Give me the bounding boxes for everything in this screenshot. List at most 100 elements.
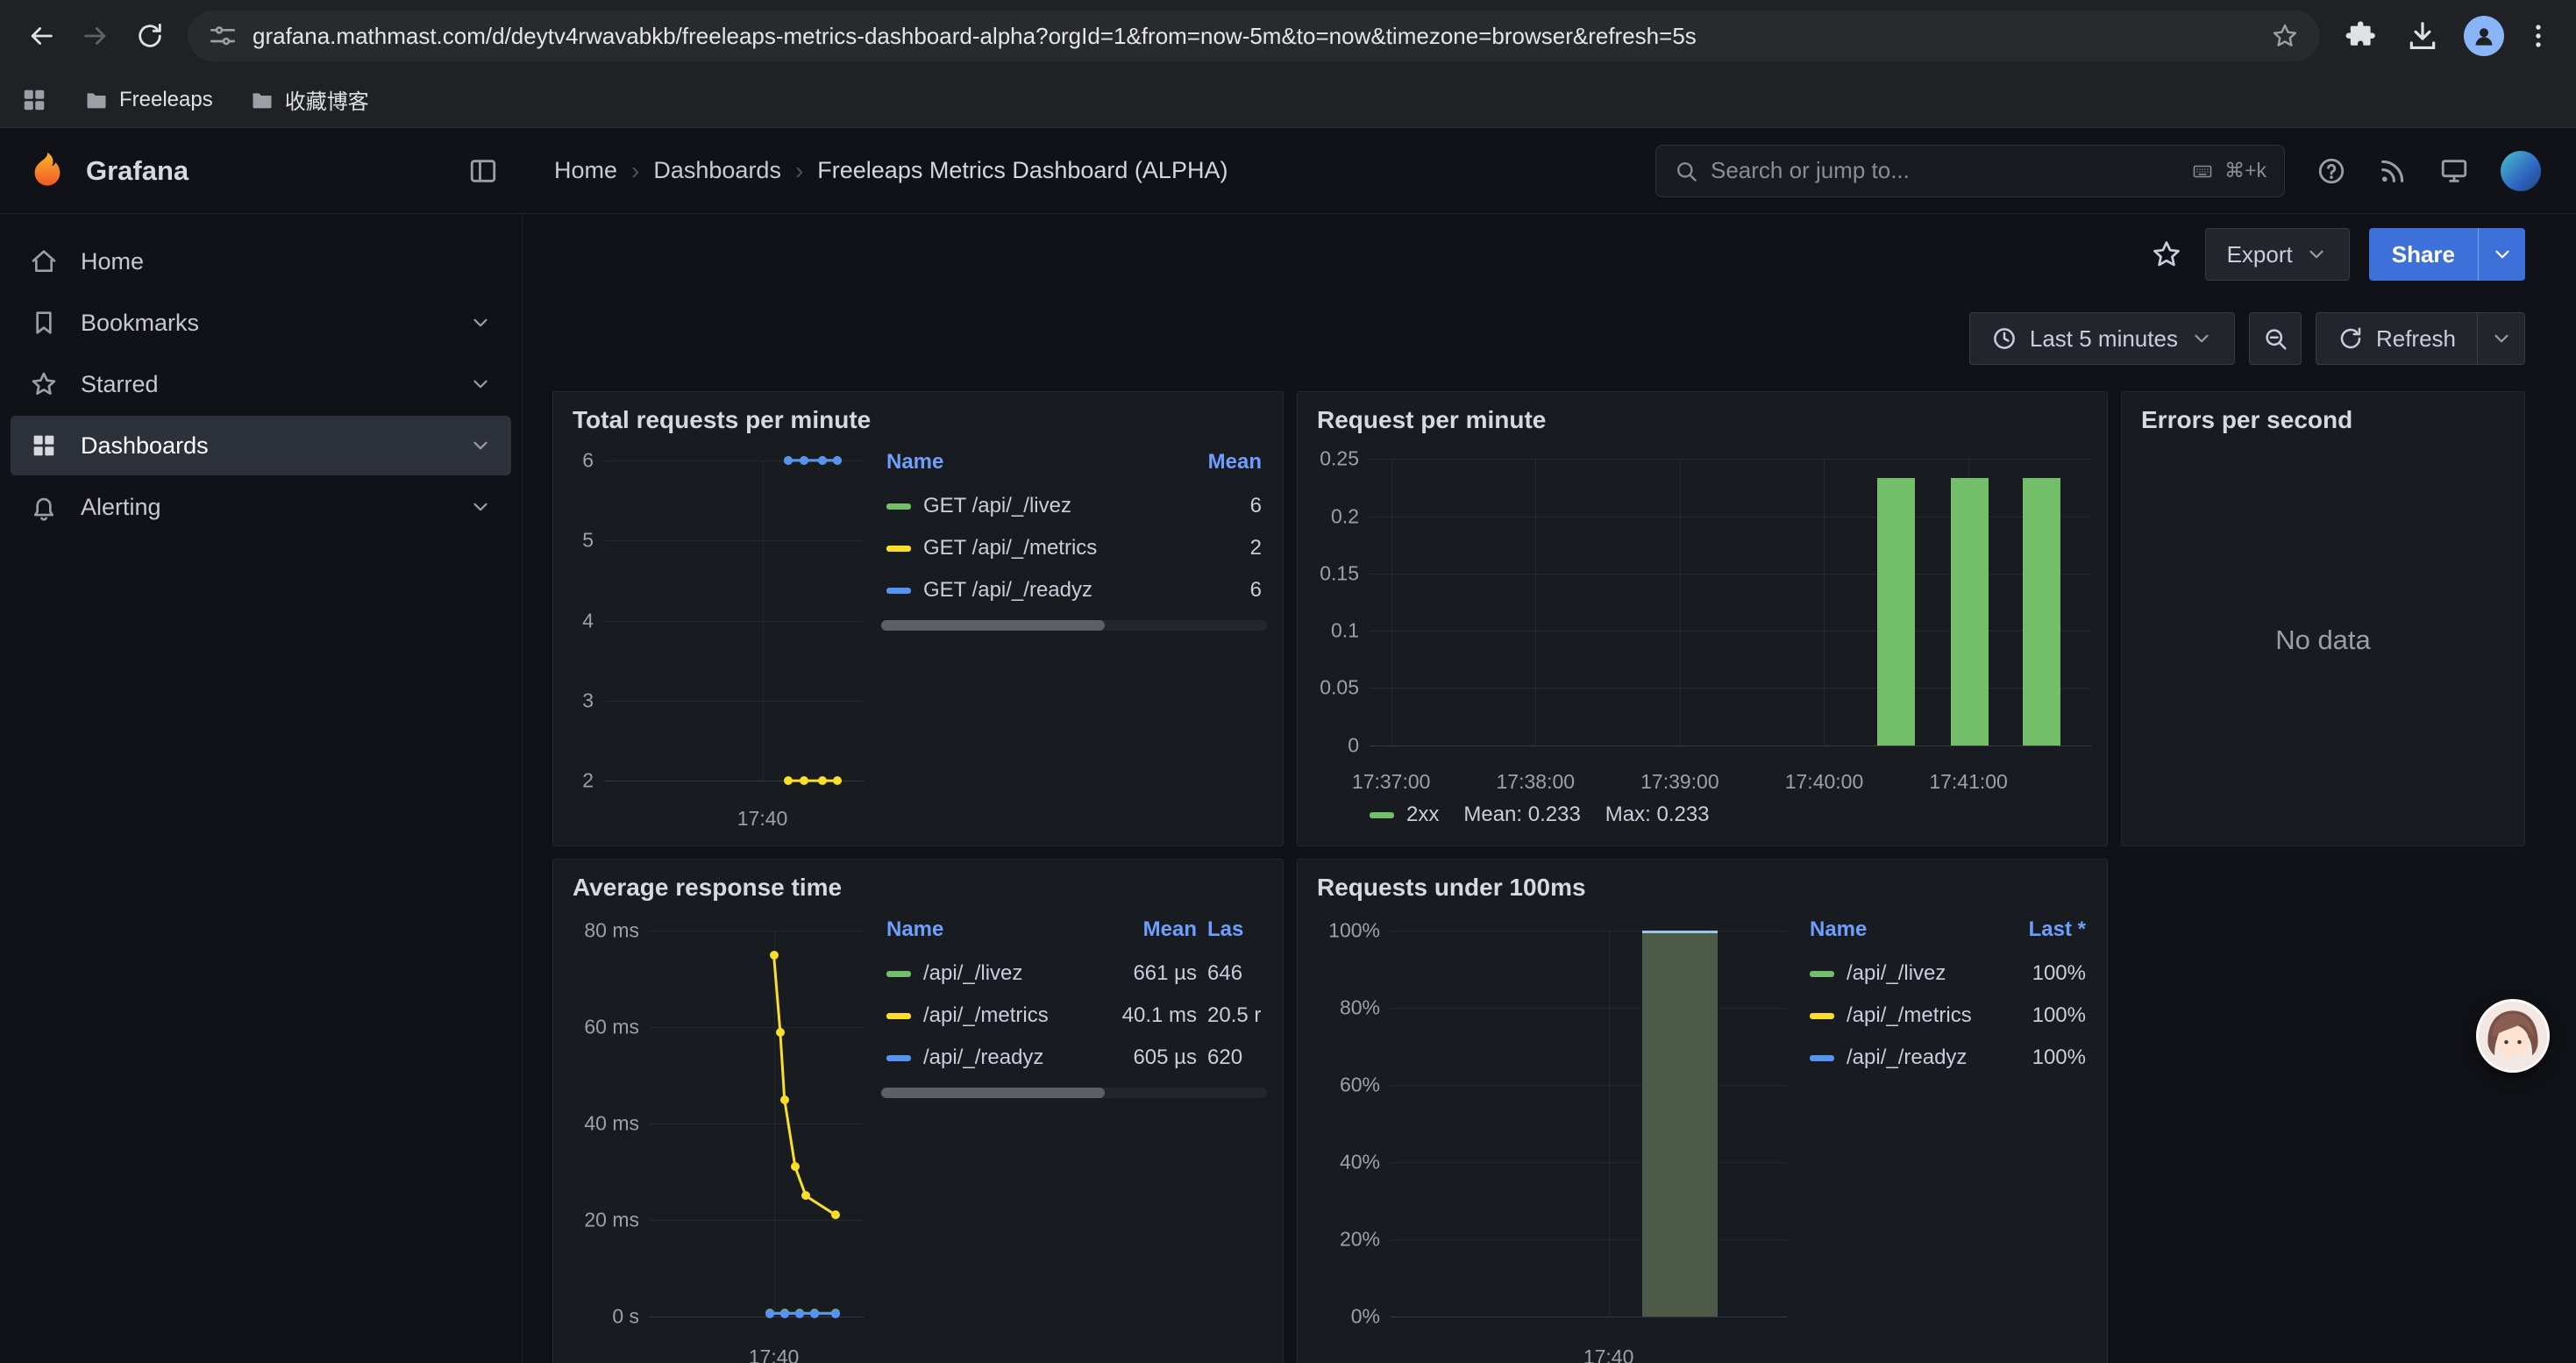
- legend-header-row: NameMeanLas: [881, 914, 1267, 953]
- extensions-icon[interactable]: [2345, 19, 2378, 53]
- news-rss-icon[interactable]: [2378, 156, 2408, 186]
- panel-title[interactable]: Request per minute: [1313, 404, 2091, 434]
- browser-menu-kebab-icon[interactable]: [2523, 21, 2553, 51]
- panel-requests-under-100ms: Requests under 100ms100%80%60%40%20%0%17…: [1297, 859, 2108, 1363]
- legend-header-name[interactable]: Name: [881, 446, 1188, 485]
- panel-title[interactable]: Errors per second: [2138, 404, 2508, 434]
- apps-grid-icon[interactable]: [21, 87, 47, 113]
- legend-value: 100%: [1995, 953, 2091, 995]
- series-point: [765, 1309, 774, 1318]
- home-icon: [30, 247, 58, 275]
- panel-request-per-minute: Request per minute0.250.20.150.10.05017:…: [1297, 391, 2108, 846]
- series-name[interactable]: /api/_/livez: [923, 961, 1022, 985]
- y-tick-label: 0.25: [1320, 447, 1359, 471]
- floating-avatar[interactable]: [2476, 999, 2550, 1073]
- legend: NameLast * /api/_/livez 100% /api/_/metrics…: [1804, 914, 2091, 1363]
- reload-button[interactable]: [125, 11, 175, 61]
- scrollbar-thumb[interactable]: [881, 620, 1105, 631]
- search-bar[interactable]: ⌘+k: [1655, 145, 2285, 197]
- series-name[interactable]: /api/_/livez: [1847, 961, 1946, 985]
- url-bar[interactable]: [188, 11, 2320, 61]
- legend-item[interactable]: 2xx: [1370, 803, 1439, 827]
- gridline: [1535, 459, 1536, 746]
- legend-header-last[interactable]: Last *: [1995, 914, 2091, 953]
- browser-profile-avatar[interactable]: [2464, 16, 2504, 56]
- legend-header-name[interactable]: Name: [1804, 914, 1995, 953]
- series-point: [831, 1210, 840, 1219]
- breadcrumb-home[interactable]: Home: [554, 157, 617, 184]
- series-name[interactable]: GET /api/_/metrics: [923, 536, 1097, 560]
- panel-title[interactable]: Average response time: [569, 872, 1267, 902]
- x-tick-label: 17:38:00: [1497, 770, 1576, 794]
- series-color-dash: [886, 588, 911, 594]
- search-input[interactable]: [1711, 157, 2177, 184]
- series-color-dash: [886, 1055, 911, 1061]
- refresh-interval-dropdown[interactable]: [2478, 312, 2525, 365]
- legend-row: /api/_/readyz605 µs620: [881, 1037, 1267, 1079]
- legend-name-cell: /api/_/metrics: [1804, 995, 1995, 1037]
- site-settings-icon[interactable]: [209, 22, 237, 50]
- share-button[interactable]: Share: [2369, 228, 2478, 281]
- zoom-out-button[interactable]: [2249, 312, 2302, 365]
- url-input[interactable]: [253, 23, 2255, 50]
- downloads-icon[interactable]: [2406, 19, 2439, 53]
- user-avatar[interactable]: [2501, 151, 2541, 191]
- help-icon[interactable]: [2316, 156, 2346, 186]
- plot-row: 65432: [569, 446, 864, 795]
- series-name[interactable]: /api/_/metrics: [1847, 1003, 1972, 1027]
- time-range-picker[interactable]: Last 5 minutes: [1969, 312, 2235, 365]
- sidebar-item-home[interactable]: Home: [11, 232, 511, 291]
- legend-scrollbar[interactable]: [881, 1088, 1267, 1098]
- forward-button[interactable]: [70, 11, 121, 61]
- legend-scrollbar[interactable]: [881, 620, 1267, 631]
- series-name[interactable]: /api/_/metrics: [923, 1003, 1049, 1027]
- legend-header-name[interactable]: Name: [881, 914, 1088, 953]
- panel-title[interactable]: Requests under 100ms: [1313, 872, 2091, 902]
- y-axis: 100%80%60%40%20%0%: [1313, 914, 1391, 1333]
- sidebar-item-starred[interactable]: Starred: [11, 354, 511, 414]
- sidebar-item-label: Dashboards: [81, 432, 209, 460]
- bookmark-item-[interactable]: 收藏博客: [236, 77, 383, 122]
- grafana-nav-left: Grafana: [0, 150, 523, 192]
- series-name[interactable]: GET /api/_/readyz: [923, 578, 1092, 602]
- series-color-dash: [886, 546, 911, 552]
- series-name[interactable]: /api/_/readyz: [923, 1045, 1043, 1069]
- search-icon: [1674, 159, 1698, 183]
- share-dropdown-button[interactable]: [2478, 228, 2525, 281]
- legend-header-mean[interactable]: Mean: [1088, 914, 1202, 953]
- legend-table: NameMeanGET /api/_/livez6 GET /api/_/metr…: [881, 446, 1267, 611]
- sidebar-item-bookmarks[interactable]: Bookmarks: [11, 293, 511, 353]
- x-axis: 17:40: [650, 1333, 864, 1363]
- scrollbar-thumb[interactable]: [881, 1088, 1105, 1098]
- legend-header-row: NameMean: [881, 446, 1267, 485]
- sidebar-item-alerting[interactable]: Alerting: [11, 477, 511, 537]
- series-name[interactable]: /api/_/readyz: [1847, 1045, 1967, 1069]
- panel-body: No data: [2138, 446, 2508, 833]
- series-point: [818, 776, 827, 785]
- export-button[interactable]: Export: [2205, 228, 2350, 281]
- panel-title[interactable]: Total requests per minute: [569, 404, 1267, 434]
- breadcrumb: Home › Dashboards › Freeleaps Metrics Da…: [554, 157, 1228, 185]
- chart-bar: [1951, 478, 1989, 745]
- bookmark-item-freeleaps[interactable]: Freeleaps: [70, 81, 227, 119]
- series-color-dash: [1810, 971, 1834, 977]
- share-button-group: Share: [2369, 228, 2525, 281]
- favorite-star-button[interactable]: [2147, 235, 2186, 274]
- legend-value: 605 µs: [1088, 1037, 1202, 1079]
- back-button[interactable]: [16, 11, 67, 61]
- legend-header-las[interactable]: Las: [1202, 914, 1267, 953]
- refresh-button[interactable]: Refresh: [2316, 312, 2478, 365]
- series-name[interactable]: GET /api/_/livez: [923, 494, 1071, 517]
- x-tick-label: 17:40: [749, 1345, 800, 1363]
- chart-bar: [1877, 478, 1915, 745]
- grafana-logo[interactable]: [26, 150, 68, 192]
- y-tick-label: 2: [582, 769, 594, 793]
- sidebar-item-dashboards[interactable]: Dashboards: [11, 416, 511, 475]
- monitor-icon[interactable]: [2439, 156, 2469, 186]
- legend-header-mean[interactable]: Mean: [1188, 446, 1267, 485]
- bookmark-star-icon[interactable]: [2271, 22, 2299, 50]
- grafana-body: HomeBookmarksStarred Dashboards Alerting E…: [0, 214, 2576, 1363]
- legend-row: GET /api/_/livez6: [881, 485, 1267, 527]
- breadcrumb-dashboards[interactable]: Dashboards: [653, 157, 781, 184]
- sidebar-toggle-icon[interactable]: [468, 156, 498, 186]
